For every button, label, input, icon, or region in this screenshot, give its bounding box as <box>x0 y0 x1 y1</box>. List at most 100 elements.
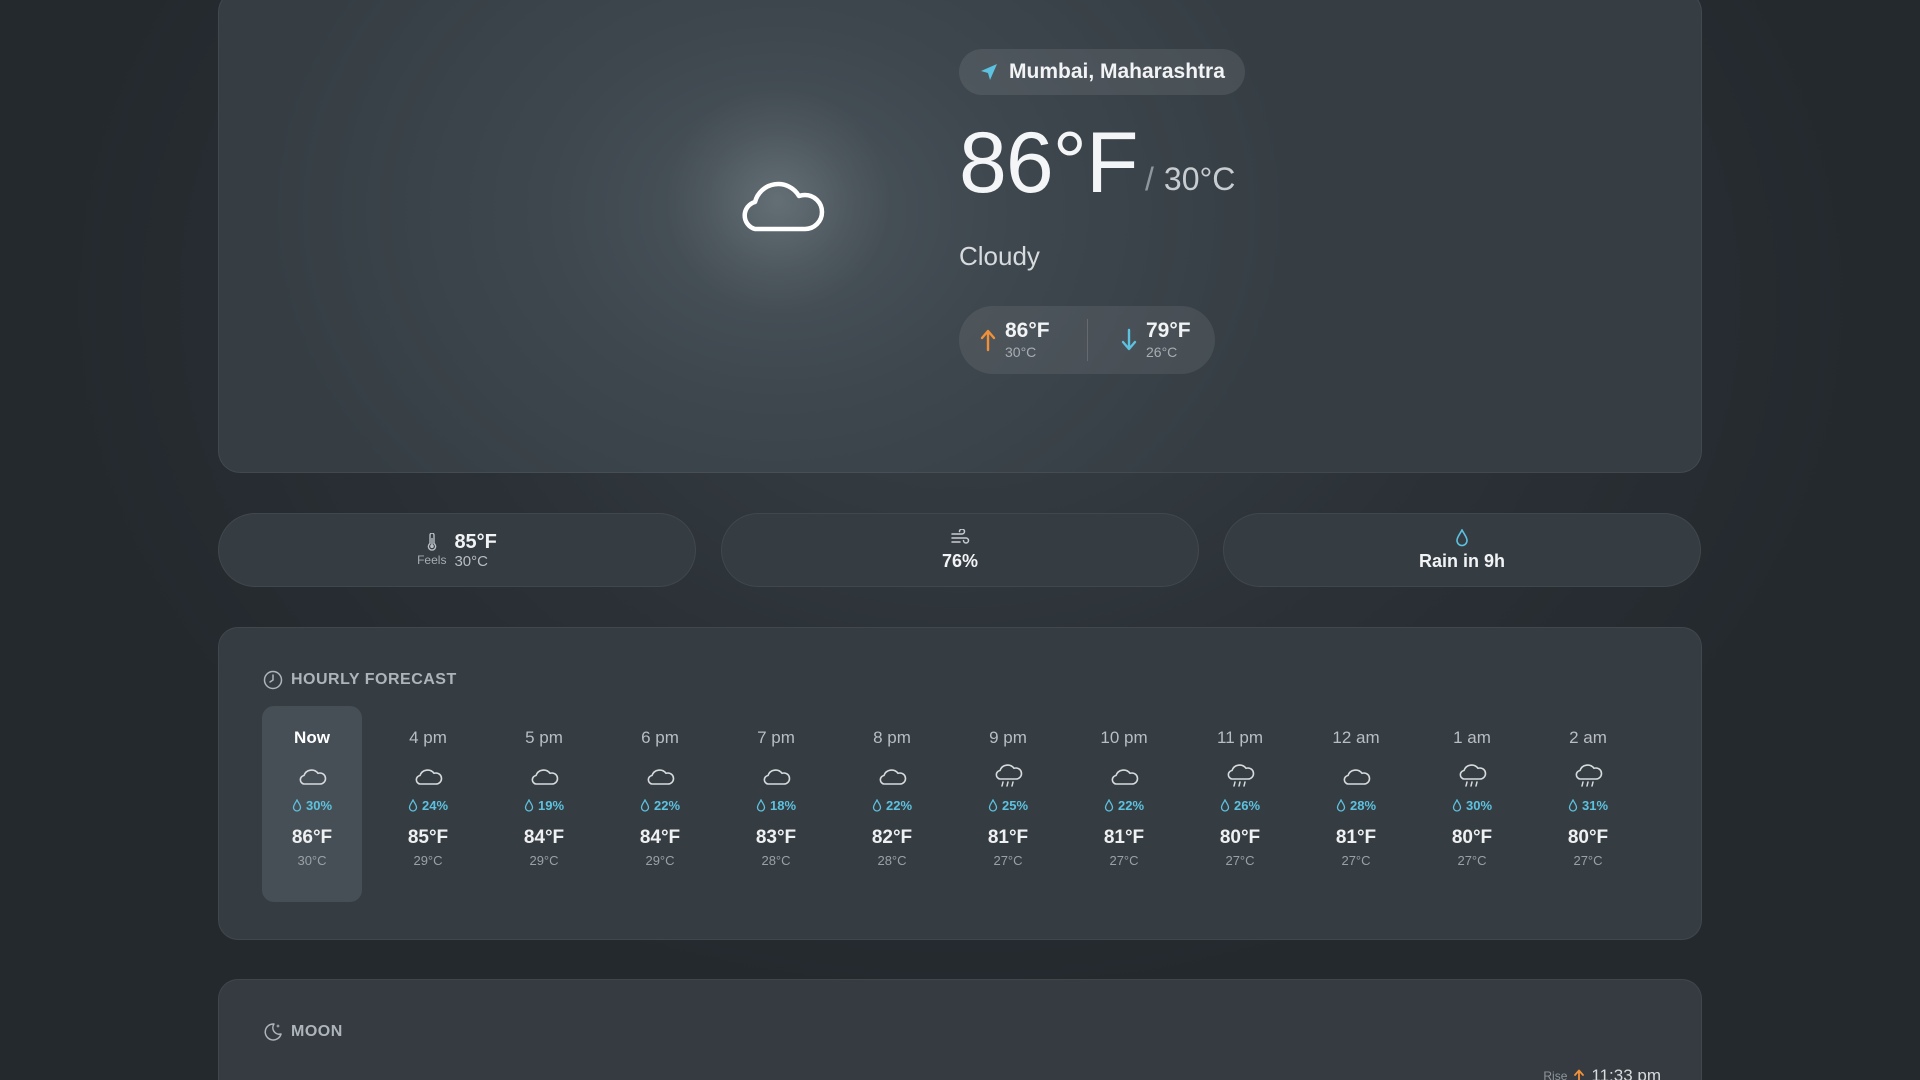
thermometer-icon <box>427 533 437 551</box>
hour-item[interactable]: 12 am 28% 81°F 27°C <box>1306 706 1406 902</box>
low-temp-f: 79°F <box>1146 319 1191 342</box>
hour-item[interactable]: 2 am 31% 80°F 27°C <box>1538 706 1638 902</box>
hour-temp-f: 85°F <box>407 827 449 848</box>
cloud-icon <box>742 181 825 232</box>
moon-title-text: MOON <box>291 1023 343 1040</box>
location-button[interactable]: Mumbai, Maharashtra <box>959 49 1245 95</box>
cloud-icon <box>763 769 791 785</box>
hour-precip-value: 19% <box>537 797 565 813</box>
humidity-content: 76% <box>941 528 979 572</box>
arrow-up-icon <box>980 329 996 352</box>
hour-precip-chance: 22% <box>640 796 680 814</box>
hour-temp-c: 29°C <box>645 853 675 868</box>
current-weather-card: Mumbai, Maharashtra 86°F /30°C Cloudy 86… <box>218 0 1702 473</box>
moon-card: MOON Rise 11:33 pm <box>218 979 1702 1080</box>
hour-time: 11 pm <box>1217 728 1263 747</box>
feels-label: Feels <box>417 553 447 567</box>
moon-icon <box>264 1023 282 1041</box>
hourly-forecast-list[interactable]: Now 30% 86°F 30°C 4 pm 24% 85°F 29°C 5 pm 19% 84°F… <box>262 706 1662 902</box>
high-low-pill: 86°F 30°C 79°F 26°C <box>959 306 1215 374</box>
hour-time: 4 pm <box>409 728 447 747</box>
hour-precip-chance: 22% <box>872 796 912 814</box>
hour-item[interactable]: Now 30% 86°F 30°C <box>262 706 362 902</box>
cloud-icon <box>1111 769 1139 785</box>
hour-precip-value: 31% <box>1581 797 1609 813</box>
hour-precip-value: 18% <box>769 797 797 813</box>
moon-title: MOON <box>263 1022 343 1042</box>
hour-precip-chance: 25% <box>988 796 1028 814</box>
current-temp-f: 86°F <box>959 115 1139 211</box>
hour-time: 10 pm <box>1100 728 1148 747</box>
feels-like-pill[interactable]: Feels 85°F 30°C <box>218 513 696 587</box>
rain-content: Rain in 9h <box>1418 528 1505 572</box>
hour-item[interactable]: 3 am29%80°F27°C <box>1654 706 1662 902</box>
raindrop-icon <box>1104 798 1114 812</box>
hour-item[interactable]: 10 pm 22% 81°F 27°C <box>1074 706 1174 902</box>
cloud-icon <box>647 769 675 785</box>
raindrop-icon <box>1456 528 1468 546</box>
arrow-up-icon <box>1574 1069 1585 1080</box>
rain-pill[interactable]: Rain in 9h <box>1223 513 1701 587</box>
raindrop-icon <box>640 798 650 812</box>
moonrise: Rise 11:33 pm <box>1543 1066 1661 1080</box>
current-temp-c-group: /30°C <box>1145 161 1235 198</box>
hour-item[interactable]: 7 pm 18% 83°F 28°C <box>726 706 826 902</box>
hour-precip-value: 28% <box>1349 797 1377 813</box>
hour-time: 2 am <box>1569 728 1607 747</box>
cloud-icon <box>299 769 327 785</box>
hour-precip-chance: 24% <box>408 796 448 814</box>
humidity-value: 76% <box>941 550 979 571</box>
hour-temp-c: 28°C <box>761 853 791 868</box>
raindrop-icon <box>1336 798 1346 812</box>
rain-cloud-icon <box>995 764 1023 787</box>
hour-item[interactable]: 8 pm 22% 82°F 28°C <box>842 706 942 902</box>
hour-item[interactable]: 9 pm 25% 81°F 27°C <box>958 706 1058 902</box>
raindrop-icon <box>1568 798 1578 812</box>
arrow-down-icon <box>1121 328 1137 351</box>
cloud-icon <box>1343 769 1371 785</box>
rain-cloud-icon <box>1459 764 1487 787</box>
feels-values: 85°F 30°C <box>454 531 496 570</box>
hour-temp-f: 84°F <box>639 827 681 848</box>
hourly-forecast-title: HOURLY FORECAST <box>263 670 457 690</box>
hour-precip-chance: 31% <box>1568 796 1608 814</box>
hour-precip-chance: 28% <box>1336 796 1376 814</box>
hour-time: 9 pm <box>989 728 1027 747</box>
temp-separator: / <box>1145 161 1154 197</box>
low-temp: 79°F 26°C <box>1087 319 1215 361</box>
rain-value: Rain in 9h <box>1418 550 1505 571</box>
hour-precip-value: 30% <box>305 797 333 813</box>
hour-temp-f: 80°F <box>1567 827 1609 848</box>
cloud-icon <box>531 769 559 785</box>
raindrop-icon <box>988 798 998 812</box>
current-condition: Cloudy <box>959 241 1040 271</box>
hour-temp-f: 80°F <box>1451 827 1493 848</box>
hour-item[interactable]: 6 pm 22% 84°F 29°C <box>610 706 710 902</box>
moonrise-time: 11:33 pm <box>1591 1066 1661 1080</box>
feels-temp-f: 85°F <box>454 530 497 553</box>
hour-item[interactable]: 5 pm 19% 84°F 29°C <box>494 706 594 902</box>
humidity-pill[interactable]: 76% <box>721 513 1199 587</box>
hour-precip-value: 30% <box>1465 797 1493 813</box>
hour-item[interactable]: 1 am 30% 80°F 27°C <box>1422 706 1522 902</box>
moonrise-label: Rise <box>1543 1069 1568 1080</box>
hour-precip-value: 24% <box>421 797 449 813</box>
hour-precip-chance: 30% <box>292 796 332 814</box>
hour-temp-f: 83°F <box>755 827 797 848</box>
hour-item[interactable]: 4 pm 24% 85°F 29°C <box>378 706 478 902</box>
hour-temp-c: 27°C <box>1109 853 1139 868</box>
hour-temp-f: 81°F <box>1335 827 1377 848</box>
raindrop-icon <box>292 798 302 812</box>
hour-precip-chance: 19% <box>524 796 564 814</box>
current-temp-c: 30°C <box>1163 161 1236 197</box>
hour-temp-f: 80°F <box>1219 827 1261 848</box>
hour-time: 5 pm <box>525 728 563 747</box>
hourly-title-text: HOURLY FORECAST <box>291 671 457 688</box>
hour-temp-f: 81°F <box>987 827 1029 848</box>
hour-item[interactable]: 11 pm 26% 80°F 27°C <box>1190 706 1290 902</box>
hour-time: 12 am <box>1332 728 1380 747</box>
high-temp-c: 30°C <box>1005 344 1037 360</box>
cloud-icon <box>415 769 443 785</box>
hour-temp-c: 29°C <box>529 853 559 868</box>
hour-precip-value: 26% <box>1233 797 1261 813</box>
